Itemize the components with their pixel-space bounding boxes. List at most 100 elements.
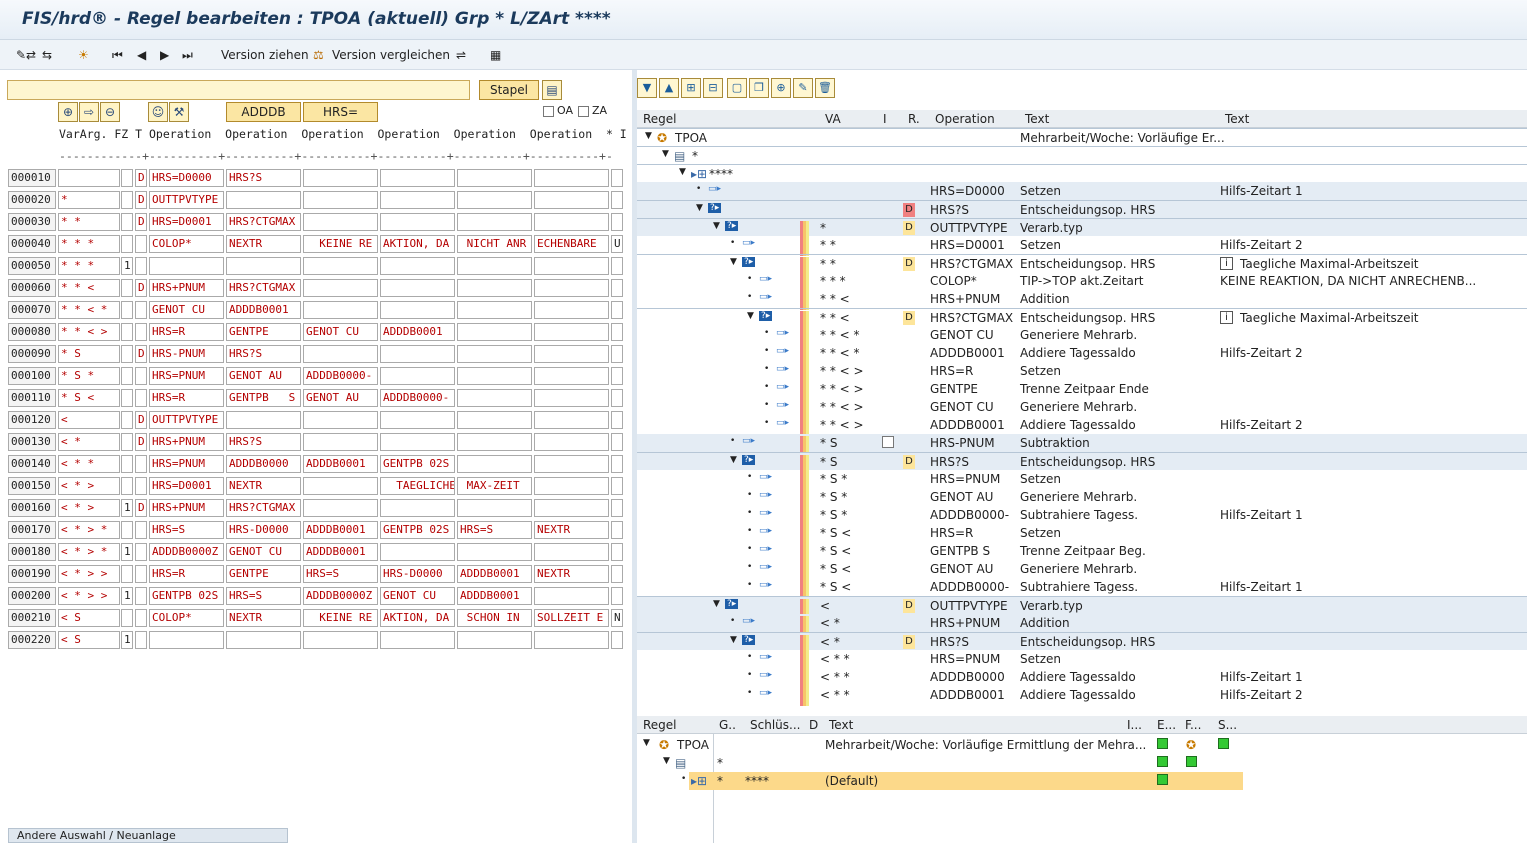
print-icon[interactable]: ▦	[490, 45, 501, 65]
tree-node[interactable]: • ▭▸ < * HRS+PNUM Addition	[637, 614, 1527, 634]
expand-arrow[interactable]: ▼	[730, 635, 737, 645]
extra-field[interactable]: N	[611, 609, 623, 627]
extra-field[interactable]	[611, 191, 623, 209]
copy-icon[interactable]: ❐	[749, 78, 769, 98]
operation-field[interactable]	[380, 345, 455, 363]
tree-node[interactable]: • ▭▸ * * < HRS+PNUM Addition	[637, 290, 1527, 310]
command-input[interactable]	[7, 80, 470, 100]
operation-field[interactable]: HRS-D0000	[226, 521, 301, 539]
tree-node[interactable]: • ▭▸ < * * ADDDB0000 Addiere Tagessaldo Hilfs…	[637, 668, 1527, 688]
move-line-icon[interactable]: ⇨	[79, 102, 99, 122]
vararg-field[interactable]: <	[58, 411, 120, 429]
fz-field[interactable]	[121, 235, 133, 253]
operation-field[interactable]	[303, 631, 378, 649]
operation-field[interactable]	[534, 631, 609, 649]
expand-arrow[interactable]: ▼	[713, 221, 720, 231]
operation-field[interactable]: HRS=S	[149, 521, 224, 539]
operation-field[interactable]	[457, 389, 532, 407]
vararg-field[interactable]: * * < >	[58, 323, 120, 341]
operation-field[interactable]	[380, 169, 455, 187]
tree-node[interactable]: • ▭▸ * * < > GENOT CU Generiere Mehrarb.	[637, 398, 1527, 418]
operation-field[interactable]: GENTPB S	[226, 389, 301, 407]
operation-field[interactable]	[457, 345, 532, 363]
t-field[interactable]	[135, 543, 147, 561]
operation-field[interactable]: ADDDB0001	[457, 587, 532, 605]
operation-field[interactable]: GENOT CU	[380, 587, 455, 605]
operation-field[interactable]	[380, 543, 455, 561]
expand-arrow[interactable]: ▼	[730, 455, 737, 465]
extra-field[interactable]	[611, 279, 623, 297]
bcol-d[interactable]: D	[809, 718, 818, 732]
col-text[interactable]: Text	[1025, 112, 1049, 126]
operation-field[interactable]: NEXTR	[226, 235, 301, 253]
vararg-field[interactable]: < * *	[58, 455, 120, 473]
vararg-field[interactable]: < * > *	[58, 543, 120, 561]
operation-field[interactable]	[534, 213, 609, 231]
operation-field[interactable]	[303, 345, 378, 363]
operation-field[interactable]: GENOT CU	[149, 301, 224, 319]
operation-field[interactable]	[457, 543, 532, 561]
operation-field[interactable]: ADDDB0001	[303, 543, 378, 561]
vararg-field[interactable]: < * > *	[58, 521, 120, 539]
vararg-field[interactable]: * S	[58, 345, 120, 363]
operation-field[interactable]	[457, 455, 532, 473]
t-field[interactable]	[135, 235, 147, 253]
tree-node[interactable]: • ▭▸ HRS=D0000 Setzen Hilfs-Zeitart 1	[637, 182, 1527, 200]
operation-field[interactable]	[457, 213, 532, 231]
collapse-node-icon[interactable]: ⊟	[703, 78, 723, 98]
operation-field[interactable]: COLOP*	[149, 609, 224, 627]
extra-field[interactable]	[611, 477, 623, 495]
operation-field[interactable]	[149, 631, 224, 649]
operation-field[interactable]	[149, 257, 224, 275]
vararg-field[interactable]: < * > >	[58, 565, 120, 583]
stapel-button[interactable]: Stapel	[479, 80, 539, 100]
fz-field[interactable]	[121, 191, 133, 209]
t-field[interactable]	[135, 565, 147, 583]
operation-field[interactable]: SOLLZEIT E	[534, 609, 609, 627]
tree-node[interactable]: • ▭▸ * * < * GENOT CU Generiere Mehrarb.	[637, 326, 1527, 346]
operation-field[interactable]: HRS?S	[226, 433, 301, 451]
operation-field[interactable]	[534, 367, 609, 385]
tree-node[interactable]: ▼ ▤ *	[637, 146, 1527, 164]
expand-arrow[interactable]: ▼	[696, 203, 703, 213]
bcol-regel[interactable]: Regel	[643, 718, 677, 732]
operation-field[interactable]	[534, 587, 609, 605]
fz-field[interactable]: 1	[121, 631, 133, 649]
operation-field[interactable]	[534, 279, 609, 297]
operation-field[interactable]: NEXTR	[534, 565, 609, 583]
operation-field[interactable]: HRS=S	[457, 521, 532, 539]
next-page-icon[interactable]: ▶	[160, 45, 169, 65]
extra-field[interactable]	[611, 433, 623, 451]
stapel-options-icon[interactable]: ▤	[542, 80, 562, 100]
operation-field[interactable]	[303, 169, 378, 187]
vararg-field[interactable]: * * <	[58, 279, 120, 297]
operation-field[interactable]: ADDDB0000	[226, 455, 301, 473]
operation-field[interactable]	[303, 301, 378, 319]
operation-field[interactable]: HRS=PNUM	[149, 455, 224, 473]
tree-node[interactable]: • ▭▸ * * < * ADDDB0001 Addiere Tagessaldo Hil…	[637, 344, 1527, 364]
operation-field[interactable]	[380, 257, 455, 275]
tree-node[interactable]: ▼ ▸⊞ ****	[637, 164, 1527, 182]
tree-node[interactable]: • ▭▸ * S * ADDDB0000- Subtrahiere Tagess. Hil…	[637, 506, 1527, 526]
operation-field[interactable]: ADDDB0001	[303, 521, 378, 539]
fz-field[interactable]	[121, 301, 133, 319]
vararg-field[interactable]: < *	[58, 433, 120, 451]
bcol-s[interactable]: S...	[1218, 718, 1237, 732]
vararg-field[interactable]: * * < *	[58, 301, 120, 319]
operation-field[interactable]	[303, 191, 378, 209]
operation-field[interactable]	[457, 169, 532, 187]
operation-field[interactable]: HRS+PNUM	[149, 499, 224, 517]
operation-field[interactable]: ECHENBARE	[534, 235, 609, 253]
extra-field[interactable]	[611, 411, 623, 429]
bottom-row-group[interactable]: ▼ ▤ *	[637, 754, 1527, 772]
bcol-f[interactable]: F...	[1185, 718, 1201, 732]
operation-field[interactable]	[534, 433, 609, 451]
version-ziehen-button[interactable]: Version ziehen	[221, 45, 309, 65]
operation-field[interactable]: ADDDB0000Z	[149, 543, 224, 561]
bcol-i[interactable]: I...	[1127, 718, 1142, 732]
operation-field[interactable]: COLOP*	[149, 235, 224, 253]
col-text-2[interactable]: Text	[1225, 112, 1249, 126]
first-page-icon[interactable]: ⏮	[112, 45, 123, 65]
operation-field[interactable]: GENOT AU	[226, 367, 301, 385]
t-field[interactable]	[135, 257, 147, 275]
